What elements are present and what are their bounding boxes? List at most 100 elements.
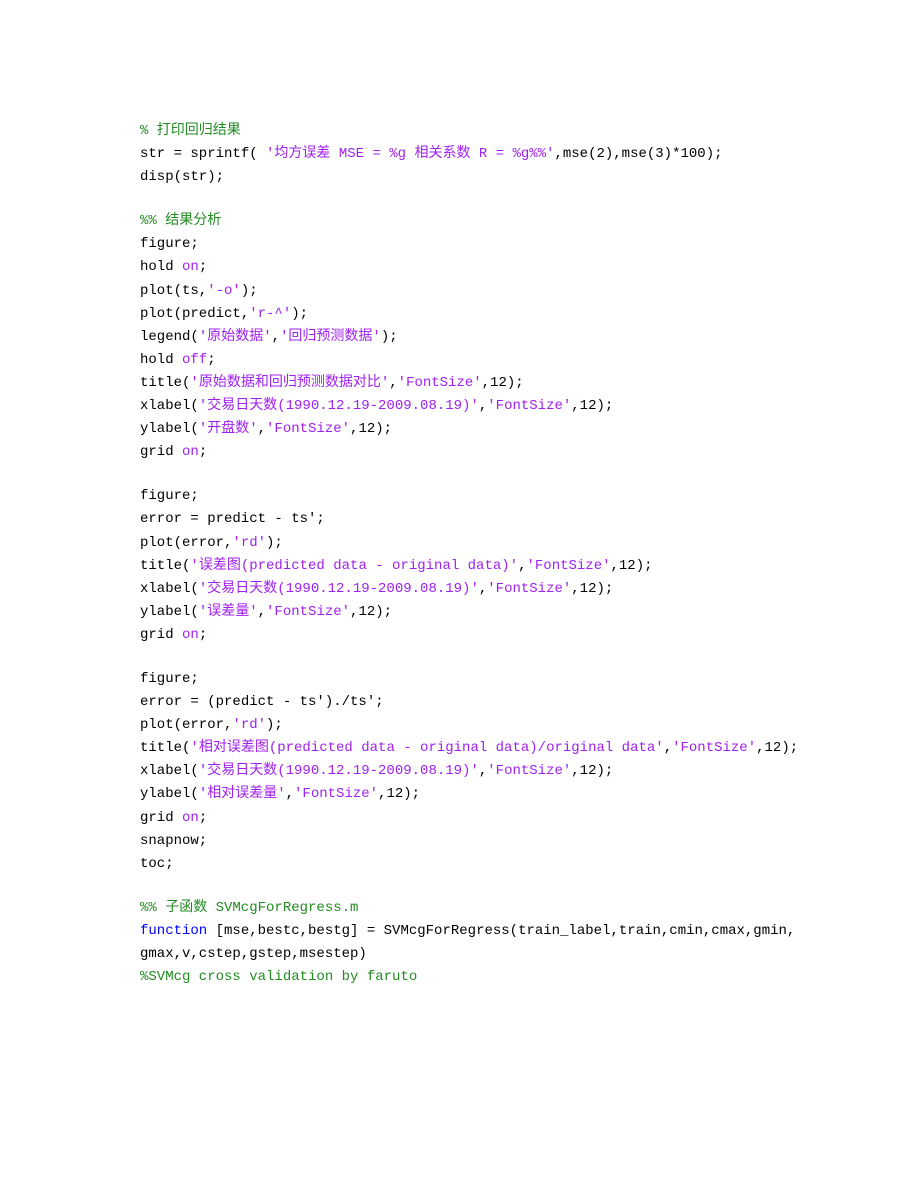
code-token: ); — [241, 283, 258, 299]
code-token: ; — [199, 444, 207, 460]
code-token: '误差量' — [199, 604, 258, 620]
code-token: on — [182, 627, 199, 643]
code-token: '相对误差量' — [199, 786, 286, 802]
code-token: 'r-^' — [249, 306, 291, 322]
code-token: ); — [291, 306, 308, 322]
code-token: ,12); — [378, 786, 420, 802]
code-token: ,12); — [350, 421, 392, 437]
code-line: title('误差图(predicted data - original dat… — [140, 555, 800, 578]
code-token: 'FontSize' — [294, 786, 378, 802]
code-line: title('原始数据和回归预测数据对比','FontSize',12); — [140, 372, 800, 395]
code-token: xlabel( — [140, 763, 199, 779]
code-token: error = (predict - ts')./ts'; — [140, 694, 384, 710]
code-token: ); — [266, 717, 283, 733]
code-line: toc; — [140, 853, 800, 876]
code-token: 'FontSize' — [487, 398, 571, 414]
code-token: , — [389, 375, 397, 391]
code-token: 'rd' — [232, 717, 266, 733]
code-token: on — [182, 810, 199, 826]
code-token: figure; — [140, 236, 199, 252]
code-token: 'rd' — [232, 535, 266, 551]
code-token: xlabel( — [140, 581, 199, 597]
code-token: error = predict - ts'; — [140, 511, 325, 527]
code-token: plot(error, — [140, 535, 232, 551]
code-line: snapnow; — [140, 830, 800, 853]
code-token: 'FontSize' — [487, 581, 571, 597]
code-token: str = sprintf( — [140, 146, 266, 162]
code-line: hold on; — [140, 256, 800, 279]
code-token: title( — [140, 740, 190, 756]
code-token: 'FontSize' — [266, 421, 350, 437]
code-token: ylabel( — [140, 421, 199, 437]
code-line: hold off; — [140, 349, 800, 372]
code-line: function [mse,bestc,bestg] = SVMcgForReg… — [140, 920, 800, 966]
code-token: hold — [140, 259, 182, 275]
code-token: off — [182, 352, 207, 368]
code-token: title( — [140, 558, 190, 574]
code-token: ,12); — [571, 763, 613, 779]
code-token: plot(ts, — [140, 283, 207, 299]
code-token: '开盘数' — [199, 421, 258, 437]
code-token: figure; — [140, 671, 199, 687]
code-token: , — [664, 740, 672, 756]
code-token: %SVMcg cross validation by faruto — [140, 969, 417, 985]
code-line: legend('原始数据','回归预测数据'); — [140, 326, 800, 349]
code-line: plot(ts,'-o'); — [140, 280, 800, 303]
code-line: plot(error,'rd'); — [140, 714, 800, 737]
code-token: ,12); — [350, 604, 392, 620]
code-token: , — [272, 329, 280, 345]
code-token: plot(predict, — [140, 306, 249, 322]
code-token: ); — [381, 329, 398, 345]
code-token: on — [182, 444, 199, 460]
code-token: 'FontSize' — [526, 558, 610, 574]
code-line: figure; — [140, 668, 800, 691]
code-token: ,12); — [756, 740, 798, 756]
code-line: ylabel('误差量','FontSize',12); — [140, 601, 800, 624]
code-line: error = predict - ts'; — [140, 508, 800, 531]
code-token: '均方误差 MSE = %g 相关系数 R = %g%%' — [266, 146, 554, 162]
code-token: 'FontSize' — [672, 740, 756, 756]
code-token: ); — [266, 535, 283, 551]
code-token: '原始数据和回归预测数据对比' — [190, 375, 389, 391]
code-token: 'FontSize' — [398, 375, 482, 391]
code-token: '相对误差图(predicted data - original data)/o… — [190, 740, 663, 756]
code-line: ylabel('开盘数','FontSize',12); — [140, 418, 800, 441]
code-line: figure; — [140, 485, 800, 508]
code-token: 'FontSize' — [266, 604, 350, 620]
code-token: , — [258, 421, 266, 437]
code-token: ; — [199, 627, 207, 643]
code-line: xlabel('交易日天数(1990.12.19-2009.08.19)','F… — [140, 395, 800, 418]
code-token: '-o' — [207, 283, 241, 299]
code-token: , — [479, 398, 487, 414]
code-token: ,12); — [611, 558, 653, 574]
code-token: grid — [140, 444, 182, 460]
code-token: figure; — [140, 488, 199, 504]
code-line: figure; — [140, 233, 800, 256]
code-token: ; — [207, 352, 215, 368]
code-token: '回归预测数据' — [280, 329, 381, 345]
code-line: disp(str); — [140, 166, 800, 189]
code-token: ,mse(2),mse(3)*100); — [554, 146, 722, 162]
code-token: grid — [140, 810, 182, 826]
code-line: title('相对误差图(predicted data - original d… — [140, 737, 800, 760]
code-token: %% 子函数 SVMcgForRegress.m — [140, 900, 358, 916]
code-line: xlabel('交易日天数(1990.12.19-2009.08.19)','F… — [140, 760, 800, 783]
blank-line — [140, 464, 800, 485]
code-line: plot(error,'rd'); — [140, 532, 800, 555]
blank-line — [140, 647, 800, 668]
code-token: '交易日天数(1990.12.19-2009.08.19)' — [199, 398, 479, 414]
code-token: ylabel( — [140, 604, 199, 620]
code-line: str = sprintf( '均方误差 MSE = %g 相关系数 R = %… — [140, 143, 800, 166]
code-line: xlabel('交易日天数(1990.12.19-2009.08.19)','F… — [140, 578, 800, 601]
code-line: grid on; — [140, 441, 800, 464]
code-token: ,12); — [571, 581, 613, 597]
code-token: % 打印回归结果 — [140, 123, 241, 139]
code-token: '交易日天数(1990.12.19-2009.08.19)' — [199, 581, 479, 597]
code-token: title( — [140, 375, 190, 391]
code-token: hold — [140, 352, 182, 368]
code-token: , — [258, 604, 266, 620]
code-line: ylabel('相对误差量','FontSize',12); — [140, 783, 800, 806]
code-token: ; — [199, 810, 207, 826]
code-token: '原始数据' — [199, 329, 272, 345]
code-token: , — [479, 763, 487, 779]
